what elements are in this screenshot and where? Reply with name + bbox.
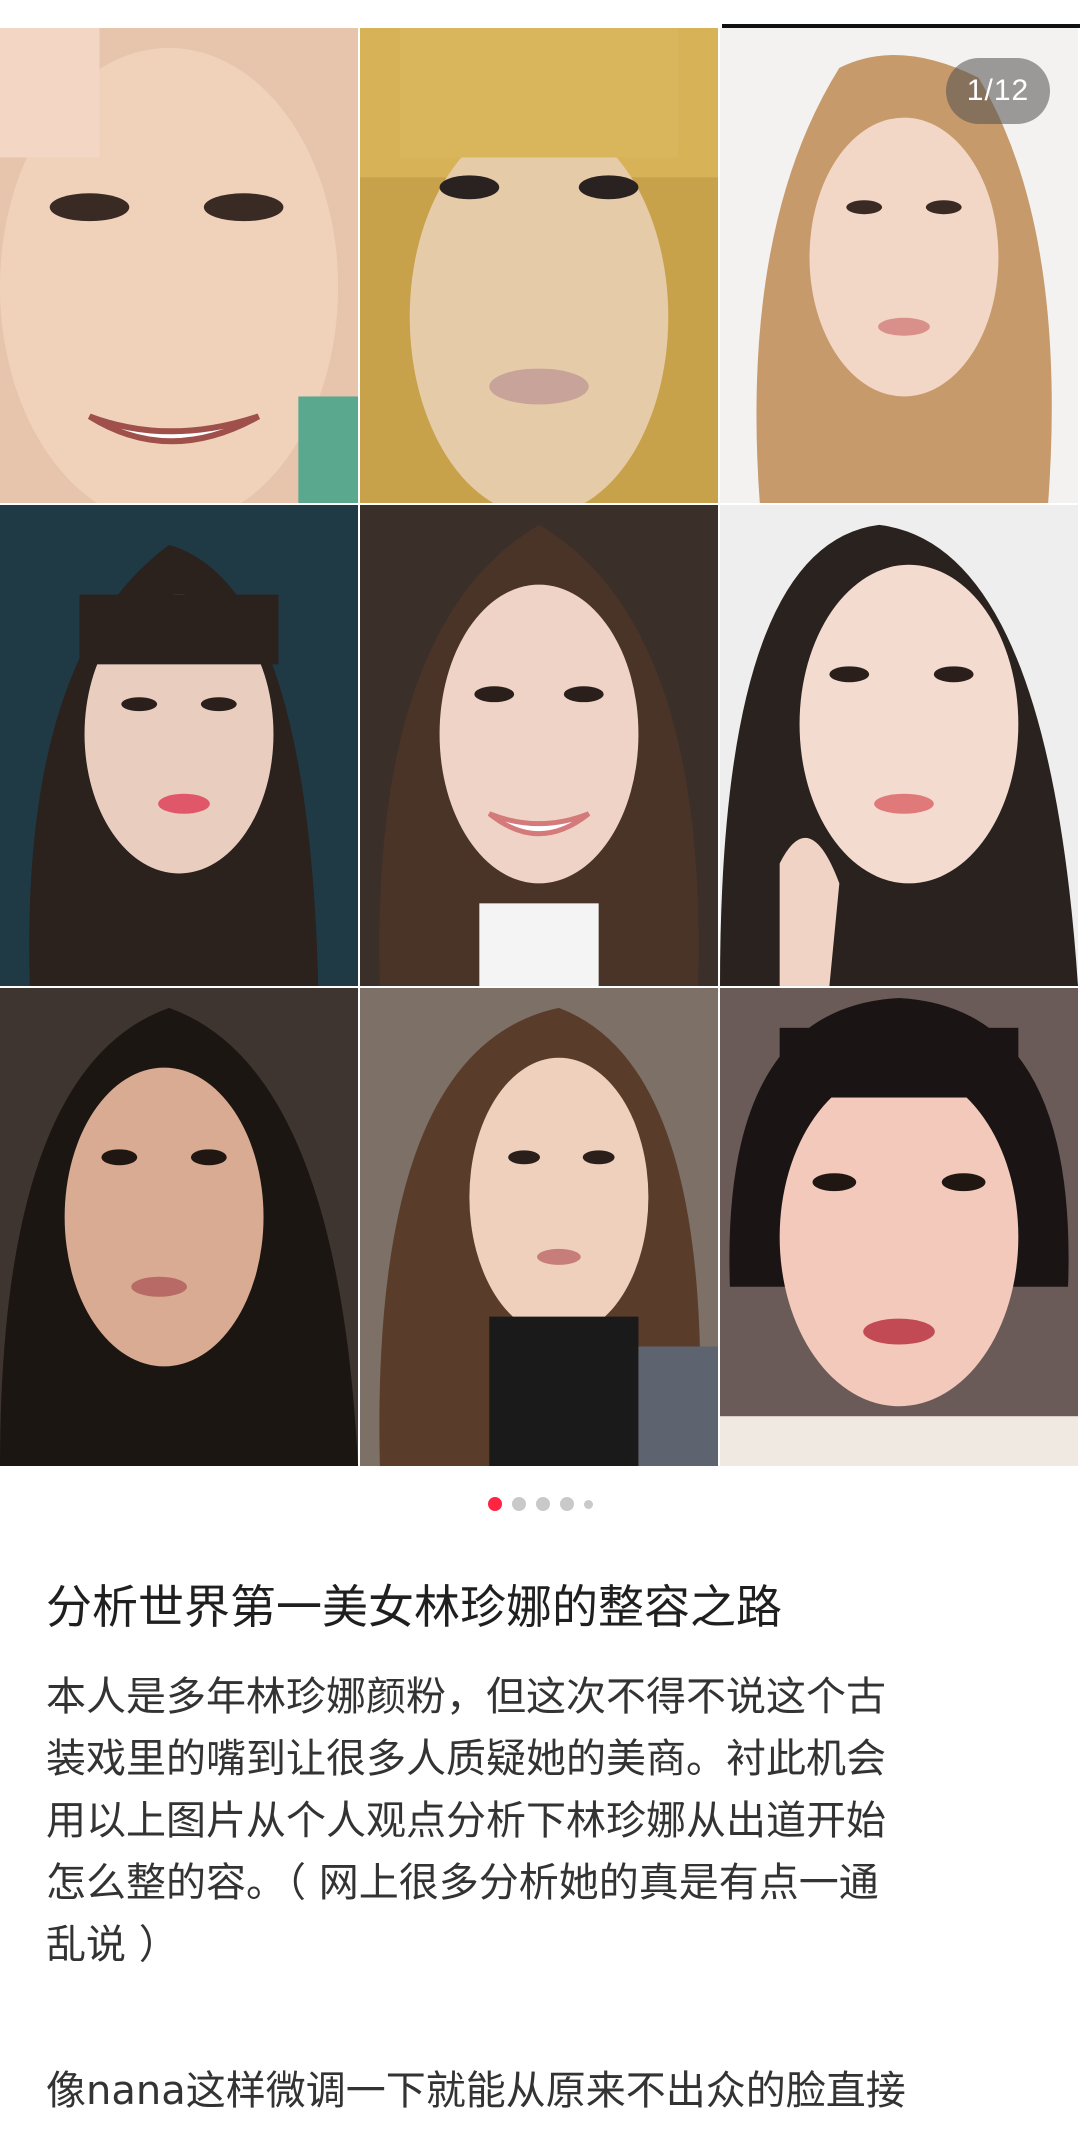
image-carousel[interactable]: 1/12 [0, 0, 1080, 1468]
indicator-dot [559, 1497, 574, 1511]
photo-7 [0, 988, 360, 1468]
indicator-dot [583, 1499, 593, 1509]
indicator-dot [535, 1497, 550, 1511]
indicator-dot-active [487, 1497, 502, 1511]
note-body: 本人是多年林珍娜颜粉，但这次不得不说这个古 装戏里的嘴到让很多人质疑她的美商。衬… [46, 1674, 886, 1968]
photo-1 [0, 28, 360, 505]
note-title: 分析世界第一美女林珍娜的整容之路 [46, 1580, 782, 1634]
photo-4 [0, 505, 360, 988]
top-strip [0, 0, 1080, 36]
photo-9 [720, 988, 1080, 1468]
carousel-indicator [0, 1496, 1080, 1512]
photo-5 [360, 505, 720, 988]
photo-collage[interactable] [0, 28, 1080, 1468]
photo-6 [720, 505, 1080, 988]
photo-8 [360, 988, 720, 1468]
page-counter: 1/12 [946, 58, 1050, 124]
photo-2 [360, 28, 720, 505]
indicator-dot [511, 1497, 526, 1511]
note-body-continued: 像nana这样微调一下就能从原来不出众的脸直接 [46, 2068, 906, 2114]
